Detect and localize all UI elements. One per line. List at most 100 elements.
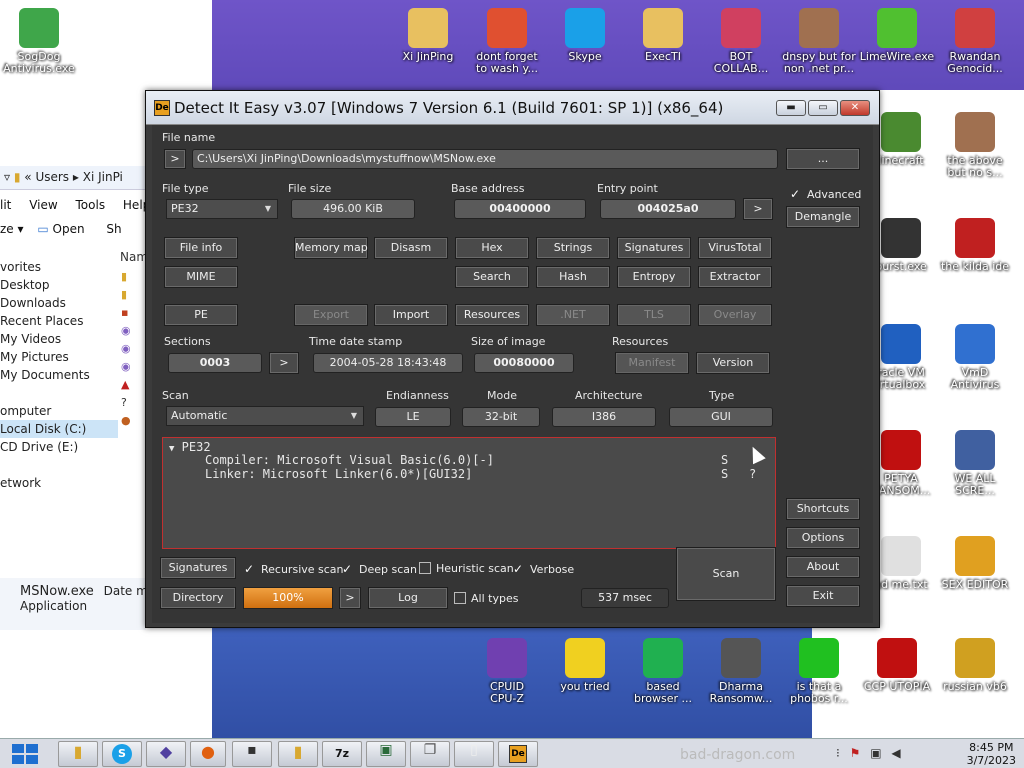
open-button[interactable]: Open xyxy=(53,222,85,236)
entry-point-button[interactable]: > xyxy=(743,198,773,220)
taskbar-app[interactable]: ▣ xyxy=(366,741,406,767)
minimize-button[interactable]: ▬ xyxy=(776,100,806,116)
import-button[interactable]: Import xyxy=(374,304,448,326)
clock[interactable]: 8:45 PM 3/7/2023 xyxy=(967,741,1016,767)
result-row-compiler[interactable]: Compiler: Microsoft Visual Basic(6.0)[-] xyxy=(205,453,494,467)
app-icon[interactable]: ▲ xyxy=(121,378,143,396)
hash-button[interactable]: Hash xyxy=(536,266,610,288)
scan-results-tree[interactable]: ▼ PE32 Compiler: Microsoft Visual Basic(… xyxy=(162,437,776,549)
signatures-button[interactable]: Signatures xyxy=(617,237,691,259)
results-root[interactable]: ▼ PE32 xyxy=(169,440,211,454)
desktop-icon[interactable]: dnspy but for non .net pr... xyxy=(780,4,858,75)
desktop-icon[interactable]: ExecTI xyxy=(624,4,702,63)
virustotal-button[interactable]: VirusTotal xyxy=(698,237,772,259)
options-button[interactable]: Options xyxy=(786,527,860,549)
file-path-field[interactable]: C:\Users\Xi JinPing\Downloads\mystuffnow… xyxy=(192,149,778,169)
desktop-icon[interactable]: the kilda ide xyxy=(936,214,1014,273)
taskbar-explorer[interactable]: ▮ xyxy=(58,741,98,767)
browse-button[interactable]: ... xyxy=(786,148,860,170)
start-button[interactable] xyxy=(0,739,50,768)
recursive-scan-checkbox[interactable]: ✓ Recursive scan xyxy=(244,562,344,577)
pe-button[interactable]: PE xyxy=(164,304,238,326)
mime-button[interactable]: MIME xyxy=(164,266,238,288)
file-open-button[interactable]: > xyxy=(164,149,186,169)
heuristic-scan-checkbox[interactable]: Heuristic scan xyxy=(419,562,514,576)
disc-icon[interactable]: ◉ xyxy=(121,342,143,360)
organize-button[interactable]: ze xyxy=(0,222,14,236)
desktop-icon[interactable]: dont forget to wash y... xyxy=(468,4,546,75)
desktop-icon[interactable]: BOT COLLAB... xyxy=(702,4,780,75)
nav-item[interactable]: omputer xyxy=(0,402,118,420)
volume-icon[interactable]: ◀ xyxy=(891,746,900,760)
chevron-up-icon[interactable]: ⁝ xyxy=(836,746,840,760)
result-info-button[interactable]: ? xyxy=(749,467,756,481)
desktop-icon[interactable]: SEX EDITOR xyxy=(936,532,1014,591)
desktop-icon[interactable]: Skype xyxy=(546,4,624,63)
chevron-down-icon[interactable]: ▿ xyxy=(4,170,14,184)
advanced-checkbox[interactable]: ✓ Advanced xyxy=(790,187,861,202)
exit-button[interactable]: Exit xyxy=(786,585,860,607)
desktop-icon[interactable]: Xi JinPing xyxy=(389,4,467,63)
folder-icon[interactable]: ▮ xyxy=(121,270,143,288)
taskbar-app[interactable]: ❐ xyxy=(410,741,450,767)
result-row-linker[interactable]: Linker: Microsoft Linker(6.0*)[GUI32] xyxy=(205,467,472,481)
menu-tools[interactable]: Tools xyxy=(76,198,106,212)
taskbar-app[interactable]: ▪ xyxy=(232,741,272,767)
app-icon[interactable]: ● xyxy=(121,414,143,432)
desktop-icon[interactable]: VmD Antivirus xyxy=(936,320,1014,391)
all-types-checkbox[interactable]: All types xyxy=(454,592,518,606)
flag-icon[interactable]: ⚑ xyxy=(850,746,861,760)
taskbar-firefox[interactable]: ● xyxy=(190,741,226,767)
breadcrumb-user[interactable]: Xi JinPi xyxy=(83,170,123,184)
deep-scan-checkbox[interactable]: ✓ Deep scan xyxy=(342,562,417,577)
share-button[interactable]: Sh xyxy=(106,222,121,236)
scan-button[interactable]: Scan xyxy=(676,547,776,601)
shortcuts-button[interactable]: Shortcuts xyxy=(786,498,860,520)
taskbar-folder[interactable]: ▮ xyxy=(278,741,318,767)
search-button[interactable]: Search xyxy=(455,266,529,288)
nav-item[interactable]: Local Disk (C:) xyxy=(0,420,118,438)
archive-icon[interactable]: ▪ xyxy=(121,306,143,324)
desktop-icon[interactable]: CCP UTOPIA xyxy=(858,634,936,693)
menu-view[interactable]: View xyxy=(29,198,57,212)
desktop-icon[interactable]: Rwandan Genocid... xyxy=(936,4,1014,75)
desktop-icon[interactable]: the above but no s... xyxy=(936,108,1014,179)
desktop-icon[interactable]: based browser ... xyxy=(624,634,702,705)
directory-button[interactable]: Directory xyxy=(160,587,236,609)
taskbar-skype[interactable]: S xyxy=(102,741,142,767)
disc-icon[interactable]: ◉ xyxy=(121,324,143,342)
maximize-button[interactable]: ▭ xyxy=(808,100,838,116)
nav-item[interactable]: etwork xyxy=(0,474,118,492)
memory-map-button[interactable]: Memory map xyxy=(294,237,368,259)
unknown-file-icon[interactable]: ? xyxy=(121,396,143,414)
nav-item[interactable]: Recent Places xyxy=(0,312,118,330)
menu-edit[interactable]: lit xyxy=(0,198,11,212)
sections-button[interactable]: > xyxy=(269,352,299,374)
disasm-button[interactable]: Disasm xyxy=(374,237,448,259)
nav-item[interactable]: Desktop xyxy=(0,276,118,294)
dotnet-button[interactable]: .NET xyxy=(536,304,610,326)
desktop-icon[interactable]: Dharma Ransomw... xyxy=(702,634,780,705)
signatures-bottom-button[interactable]: Signatures xyxy=(160,557,236,579)
desktop-icon[interactable]: WE ALL SCRE... xyxy=(936,426,1014,497)
desktop-icon[interactable]: SogDog Antivirus.exe xyxy=(0,4,78,75)
tls-button[interactable]: TLS xyxy=(617,304,691,326)
strings-button[interactable]: Strings xyxy=(536,237,610,259)
desktop-icon[interactable]: you tried xyxy=(546,634,624,693)
file-type-select[interactable]: PE32 ▼ xyxy=(166,199,278,219)
verbose-checkbox[interactable]: ✓ Verbose xyxy=(513,562,574,577)
close-button[interactable]: ✕ xyxy=(840,100,870,116)
nav-item[interactable]: My Pictures xyxy=(0,348,118,366)
hex-button[interactable]: Hex xyxy=(455,237,529,259)
nav-item[interactable]: CD Drive (E:) xyxy=(0,438,118,456)
log-button[interactable]: Log xyxy=(368,587,448,609)
entropy-button[interactable]: Entropy xyxy=(617,266,691,288)
explorer-window[interactable]: ▿ ▮ « Users ▸ Xi JinPi lit View Tools He… xyxy=(0,130,155,630)
demangle-button[interactable]: Demangle xyxy=(786,206,860,228)
taskbar-notepad[interactable]: ▯ xyxy=(454,741,494,767)
nav-item[interactable]: My Documents xyxy=(0,366,118,384)
taskbar-visual-studio[interactable]: ◆ xyxy=(146,741,186,767)
taskbar-detect-it-easy[interactable]: De xyxy=(498,741,538,767)
nav-item[interactable]: My Videos xyxy=(0,330,118,348)
manifest-button[interactable]: Manifest xyxy=(615,352,689,374)
